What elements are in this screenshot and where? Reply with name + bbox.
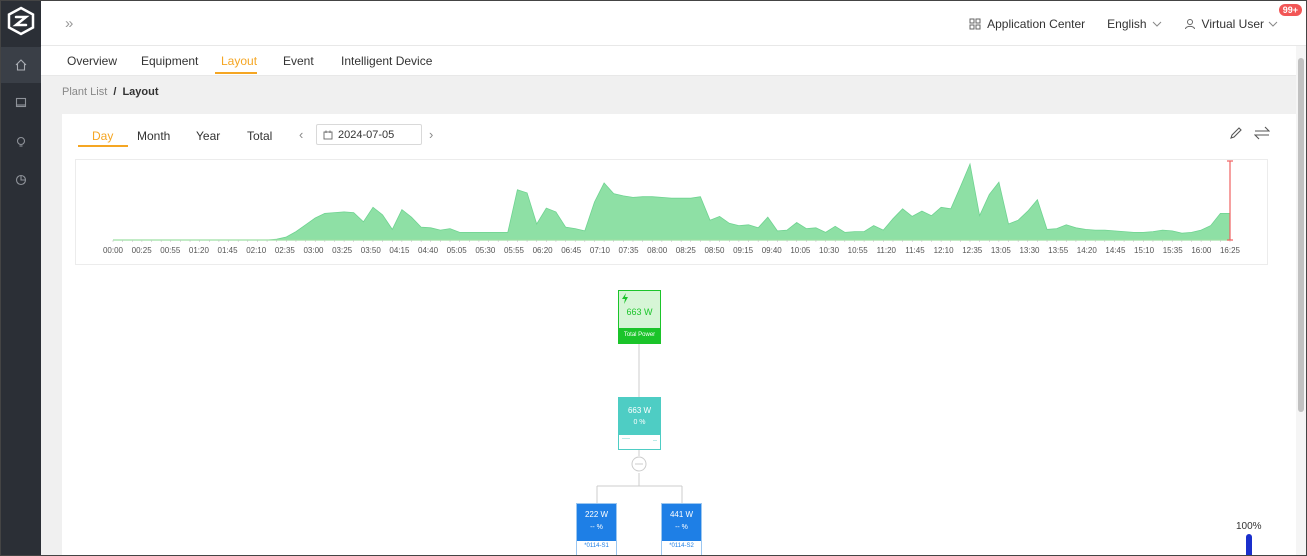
string-power-value: 222 W	[584, 510, 609, 519]
string-power-value: 441 W	[669, 510, 694, 519]
page-scrollbar[interactable]	[1296, 46, 1306, 555]
expand-sidebar-icon[interactable]: »	[65, 15, 73, 32]
breadcrumb: Plant List / Layout	[62, 86, 159, 98]
scrollbar-thumb[interactable]	[1298, 58, 1304, 412]
inverter-footer-left: ----	[622, 436, 630, 442]
user-menu[interactable]: Virtual User	[1184, 17, 1278, 31]
breadcrumb-current: Layout	[122, 86, 159, 98]
lightning-icon	[622, 293, 628, 304]
string-percent: -- %	[590, 524, 603, 531]
breadcrumb-plant-list[interactable]: Plant List	[62, 86, 107, 98]
string-id: *0114-S2	[669, 543, 694, 549]
string-header: 441 W -- %	[662, 504, 701, 541]
chevron-down-icon	[1268, 21, 1278, 27]
app-logo[interactable]	[6, 6, 36, 36]
device-icon[interactable]	[1, 85, 41, 121]
string-node[interactable]: 441 W -- % *0114-S2	[661, 503, 702, 555]
pie-chart-icon[interactable]	[1, 162, 41, 198]
top-right-menu: Application Center English Virtual User	[969, 1, 1306, 46]
inverter-header: 663 W 0 %	[619, 398, 660, 435]
layout-card: Day Month Year Total ‹ 2024-07-05 › 00:0…	[62, 114, 1296, 555]
inverter-percent: 0 %	[633, 419, 646, 426]
app-frame: » Application Center English Virtual Use…	[0, 0, 1307, 556]
inverter-footer-right: --	[653, 438, 657, 444]
notification-badge[interactable]: 99+	[1278, 4, 1302, 16]
tab-overview[interactable]: Overview	[67, 54, 117, 68]
tab-intelligent-device[interactable]: Intelligent Device	[341, 54, 432, 68]
inverter-power-value: 663 W	[627, 406, 652, 415]
string-id: *0114-S1	[584, 543, 609, 549]
chevron-down-icon	[1152, 21, 1161, 27]
tab-event[interactable]: Event	[283, 54, 314, 68]
string-node[interactable]: 222 W -- % *0114-S1	[576, 503, 617, 555]
main-content: Plant List / Layout Day Month Year Total…	[41, 76, 1296, 555]
application-center-link[interactable]: Application Center	[969, 17, 1085, 31]
tab-equipment[interactable]: Equipment	[141, 54, 198, 68]
inverter-node[interactable]: 663 W 0 % ---- --	[618, 397, 661, 450]
user-name: Virtual User	[1201, 16, 1264, 31]
language-select[interactable]: English	[1107, 17, 1161, 31]
user-icon	[1184, 18, 1195, 29]
top-bar: » Application Center English Virtual Use…	[41, 1, 1306, 46]
sidebar	[1, 1, 41, 555]
breadcrumb-separator: /	[113, 86, 117, 98]
tab-layout[interactable]: Layout	[221, 54, 257, 68]
scale-bar	[1246, 534, 1252, 555]
apps-grid-icon	[969, 18, 981, 29]
string-header: 222 W -- %	[577, 504, 616, 541]
total-power-label: Total Power	[619, 328, 660, 343]
active-tab-indicator	[215, 72, 257, 74]
topology-connectors	[596, 343, 683, 503]
home-icon[interactable]	[1, 47, 41, 83]
scale-label: 100%	[1236, 521, 1262, 532]
language-label: English	[1107, 16, 1147, 31]
string-percent: -- %	[675, 524, 688, 531]
total-power-node[interactable]: 663 W Total Power	[618, 290, 661, 344]
lightbulb-icon[interactable]	[1, 124, 41, 160]
total-power-value: 663 W	[626, 307, 653, 317]
application-center-label: Application Center	[987, 16, 1086, 31]
main-tabs: Overview Equipment Layout Event Intellig…	[41, 46, 1306, 76]
